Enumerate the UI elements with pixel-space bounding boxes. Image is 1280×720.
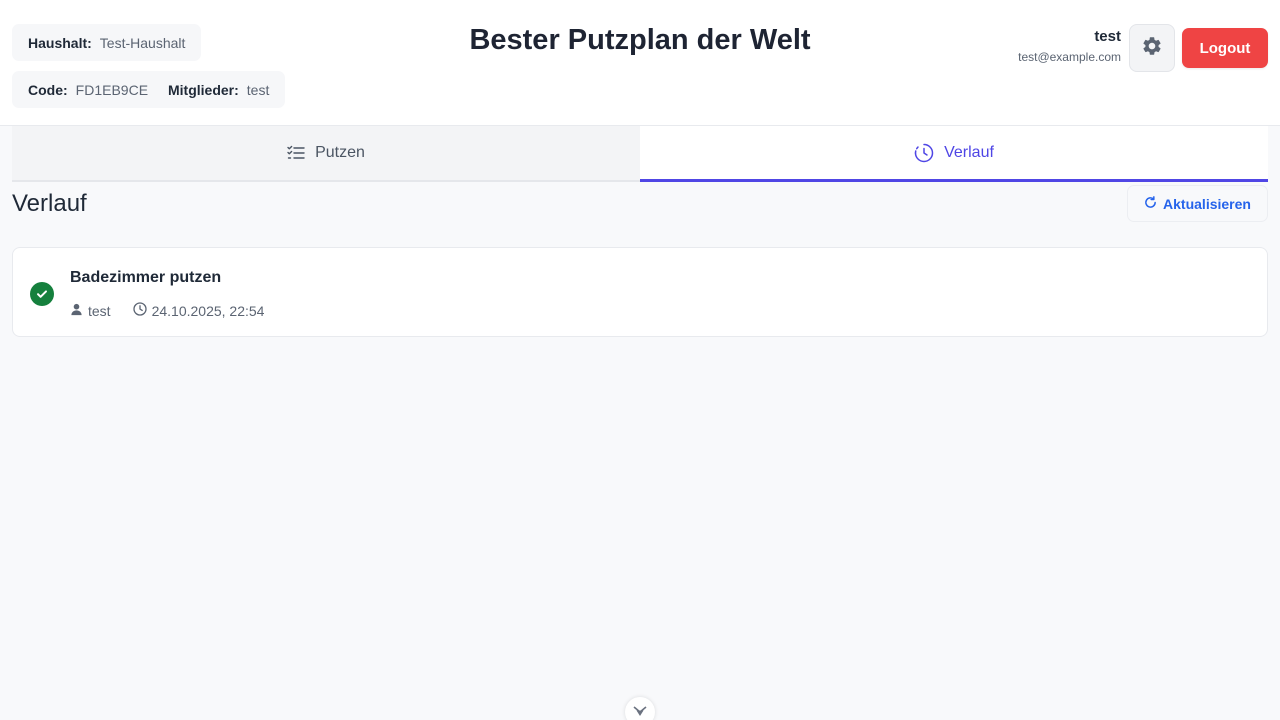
clock-icon <box>914 143 934 163</box>
entry-time: 24.10.2025, 22:54 <box>132 302 265 319</box>
members-label: Mitglieder: <box>168 81 239 98</box>
household-value: Test-Haushalt <box>99 34 186 51</box>
entry-user: test <box>70 303 111 319</box>
app-header: Haushalt: Test-Haushalt Code: FD1EB9CE M… <box>0 0 1280 126</box>
household-label: Haushalt: <box>28 34 92 51</box>
scroll-down-button[interactable] <box>625 697 655 720</box>
list-icon <box>287 145 305 161</box>
check-circle-icon <box>30 282 54 306</box>
user-icon <box>70 303 83 319</box>
user-email: test@example.com <box>1018 50 1121 64</box>
members-value: test <box>246 81 270 98</box>
refresh-label: Aktualisieren <box>1163 195 1251 212</box>
tab-verlauf[interactable]: Verlauf <box>640 126 1268 182</box>
code-value: FD1EB9CE <box>75 81 149 98</box>
tab-bar: Putzen Verlauf <box>12 126 1268 182</box>
user-info: test test@example.com <box>1018 28 1121 64</box>
history-entry: Badezimmer putzen test 24.10.2025, 22:54 <box>12 247 1268 337</box>
tab-putzen[interactable]: Putzen <box>12 126 640 180</box>
page-title: Bester Putzplan der Welt <box>469 24 811 56</box>
code-label: Code: <box>28 81 68 98</box>
tab-label: Putzen <box>315 144 365 161</box>
task-name: Badezimmer putzen <box>70 269 222 286</box>
entry-meta: test 24.10.2025, 22:54 <box>70 302 264 319</box>
section-title: Verlauf <box>12 190 87 217</box>
tab-label: Verlauf <box>944 144 994 161</box>
members-chip: Mitglieder: test <box>152 71 286 108</box>
household-chip: Haushalt: Test-Haushalt <box>12 24 202 61</box>
gear-icon <box>1141 35 1163 62</box>
entry-datetime: 24.10.2025, 22:54 <box>151 302 265 319</box>
refresh-icon <box>1144 195 1157 212</box>
entry-user-name: test <box>88 302 111 319</box>
code-chip: Code: FD1EB9CE <box>12 71 165 108</box>
clock-icon <box>132 302 147 319</box>
user-name: test <box>1094 28 1121 45</box>
refresh-button[interactable]: Aktualisieren <box>1127 185 1268 222</box>
logout-button[interactable]: Logout <box>1182 28 1268 68</box>
settings-button[interactable] <box>1129 24 1175 72</box>
chevron-down-icon <box>633 705 647 720</box>
